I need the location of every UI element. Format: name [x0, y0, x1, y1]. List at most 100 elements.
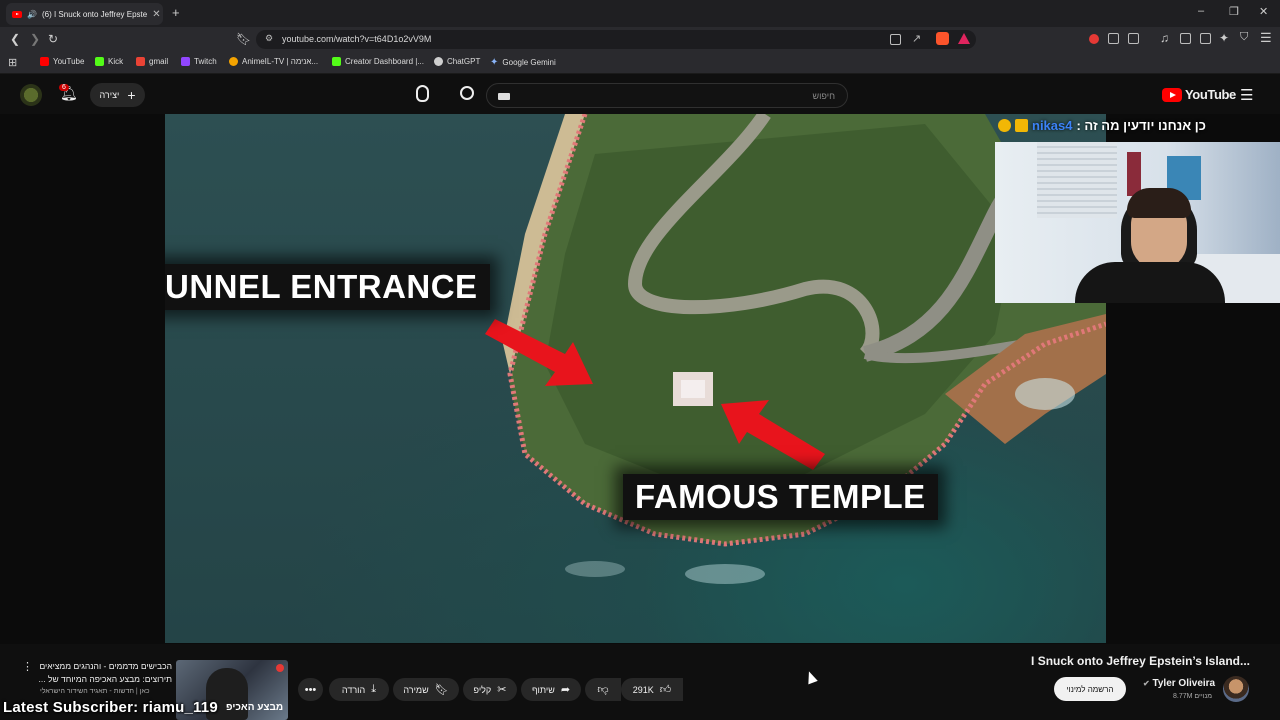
- clip-button[interactable]: קליפ ✂: [463, 678, 517, 701]
- save-label: שמירה: [403, 684, 429, 695]
- surf-foam: [1015, 378, 1075, 410]
- minimize-icon[interactable]: –: [1198, 5, 1204, 17]
- recommendation-title[interactable]: הכבישים מדממים - והנהגים ממציאים תירוצים…: [36, 660, 172, 686]
- gemini-bookmark-icon: ✦: [490, 57, 499, 68]
- maximize-icon[interactable]: ❐: [1229, 5, 1239, 18]
- youtube-logo[interactable]: YouTube: [1162, 87, 1236, 102]
- gmail-bookmark-icon: [136, 57, 145, 66]
- address-bar[interactable]: ⚙︎ youtube.com/watch?v=t64D1o2vV9M ↗: [256, 30, 976, 49]
- guide-menu-icon[interactable]: ☰: [1240, 86, 1253, 104]
- kick-creator-bookmark-icon: [332, 57, 341, 66]
- vpn-shield-icon[interactable]: ⛉: [1240, 31, 1248, 44]
- more-horizontal-icon: •••: [304, 683, 317, 696]
- site-info-icon[interactable]: ⚙︎: [265, 33, 273, 44]
- share-page-icon[interactable]: ↗: [912, 32, 921, 45]
- youtube-masthead: 🔔︎ 6 יצירה + חיפוש YouTube ☰: [0, 76, 1280, 114]
- bookmark-chatgpt[interactable]: ChatGPT: [434, 57, 480, 66]
- download-button[interactable]: הורדה ⤓: [329, 678, 389, 701]
- more-actions-button[interactable]: •••: [298, 678, 323, 701]
- bookmark-label: gmail: [149, 57, 169, 66]
- temple-roof: [681, 380, 705, 398]
- dislike-button[interactable]: 👎︎: [585, 678, 621, 701]
- thumbnail-text: מבצע האכיפ: [226, 702, 284, 713]
- create-button[interactable]: יצירה +: [90, 83, 145, 107]
- speaker-icon[interactable]: 🔊: [27, 10, 37, 19]
- save-button[interactable]: שמירה 🔖︎: [393, 678, 459, 701]
- recommendation-menu-icon[interactable]: ⋮: [22, 660, 33, 673]
- brave-shield-icon[interactable]: [936, 32, 949, 45]
- youtube-logo-text: YouTube: [1185, 87, 1236, 102]
- back-icon[interactable]: ❮: [10, 32, 20, 46]
- bookmark-label: Google Gemini: [502, 58, 556, 67]
- bookmark-animeil[interactable]: AnimeIL-TV | אנימה...: [229, 57, 318, 66]
- new-tab-button[interactable]: +: [172, 5, 180, 20]
- forward-icon[interactable]: ❯: [30, 32, 40, 46]
- media-icon[interactable]: ♫: [1160, 31, 1169, 45]
- menu-icon[interactable]: ☰: [1260, 30, 1272, 46]
- chat-badge-icon: [1015, 119, 1028, 132]
- share-label: שיתוף: [531, 684, 555, 695]
- channel-name-text: Tyler Oliveira: [1152, 678, 1216, 689]
- latest-subscriber-overlay: Latest Subscriber: riamu_119: [3, 699, 218, 716]
- animeil-bookmark-icon: [229, 57, 238, 66]
- subscribe-button[interactable]: הרשמה למינוי: [1054, 677, 1126, 701]
- bookmark-label: AnimeIL-TV | אנימה...: [242, 57, 319, 66]
- extension-red-icon[interactable]: [1089, 34, 1099, 44]
- chat-badge-icon: [998, 119, 1011, 132]
- bookmarks-bar: ⊞ YouTube Kick gmail Twitch AnimeIL-TV |…: [0, 52, 1280, 74]
- voice-search-icon[interactable]: [416, 85, 429, 102]
- browser-tab-active[interactable]: 🔊 (6) I Snuck onto Jeffrey Epste ✕: [6, 3, 163, 25]
- chatgpt-bookmark-icon: [434, 57, 443, 66]
- pip-icon[interactable]: [890, 34, 901, 45]
- user-avatar[interactable]: [20, 84, 42, 106]
- leo-ai-icon[interactable]: ✦: [1219, 31, 1229, 45]
- download-icon: ⤓: [371, 683, 377, 695]
- search-icon[interactable]: [460, 86, 474, 100]
- clip-label: קליפ: [473, 684, 492, 695]
- share-icon: ➦: [560, 684, 571, 696]
- extension-tab-icon[interactable]: [1128, 33, 1139, 44]
- bookmark-gemini[interactable]: ✦ Google Gemini: [490, 57, 556, 68]
- twitch-bookmark-icon: [181, 57, 190, 66]
- bookmark-gmail[interactable]: gmail: [136, 57, 168, 66]
- bookmark-page-icon[interactable]: 🔖︎: [236, 32, 251, 46]
- streamer-hair: [1127, 188, 1191, 218]
- verified-icon: ✔: [1143, 679, 1150, 688]
- like-button[interactable]: 291K 👍︎: [621, 678, 683, 701]
- tab-title: (6) I Snuck onto Jeffrey Epste: [41, 9, 148, 19]
- kick-bookmark-icon: [95, 57, 104, 66]
- bookmark-youtube[interactable]: YouTube: [40, 57, 84, 66]
- youtube-logo-icon: [1162, 87, 1182, 102]
- thumbs-up-icon: 👍︎: [659, 684, 672, 696]
- share-button[interactable]: שיתוף ➦: [521, 678, 581, 701]
- scissors-icon: ✂: [497, 684, 507, 696]
- wallet-icon[interactable]: [1200, 33, 1211, 44]
- url-text: youtube.com/watch?v=t64D1o2vV9M: [282, 34, 432, 44]
- bookmark-creator-dashboard[interactable]: Creator Dashboard |...: [332, 57, 424, 66]
- extensions-puzzle-icon[interactable]: [1108, 33, 1119, 44]
- bookmark-kick[interactable]: Kick: [95, 57, 123, 66]
- rewards-icon[interactable]: [958, 33, 970, 44]
- island-map-frame: [485, 114, 1106, 584]
- tunnel-entrance-label: UNNEL ENTRANCE: [165, 264, 490, 310]
- famous-temple-label: FAMOUS TEMPLE: [623, 474, 938, 520]
- channel-name[interactable]: ✔ Tyler Oliveira: [1143, 678, 1215, 689]
- close-tab-icon[interactable]: ✕: [152, 9, 160, 20]
- sidebar-icon[interactable]: [1180, 33, 1191, 44]
- close-window-icon[interactable]: ✕: [1259, 5, 1268, 18]
- surf-foam: [685, 564, 765, 584]
- stream-chat-line: nikas4 כן אנחנו יודעין מה זה :: [998, 118, 1206, 133]
- apps-grid-icon[interactable]: ⊞: [8, 56, 17, 69]
- search-input[interactable]: חיפוש: [486, 83, 848, 108]
- window-blinds: [1037, 142, 1117, 218]
- keyboard-icon[interactable]: [498, 93, 510, 100]
- recommendation-channel[interactable]: כאן | חדשות - תאגיד השידור הישראלי: [40, 688, 150, 695]
- plus-icon: +: [127, 87, 136, 103]
- bookmark-twitch[interactable]: Twitch: [181, 57, 217, 66]
- streamer-shirt: [1075, 262, 1225, 303]
- channel-avatar[interactable]: [1223, 676, 1249, 702]
- reload-icon[interactable]: ↻: [48, 32, 58, 46]
- notification-count-badge: 6: [59, 84, 69, 91]
- bookmark-label: YouTube: [53, 57, 85, 66]
- video-player[interactable]: UNNEL ENTRANCE FAMOUS TEMPLE: [165, 114, 1106, 643]
